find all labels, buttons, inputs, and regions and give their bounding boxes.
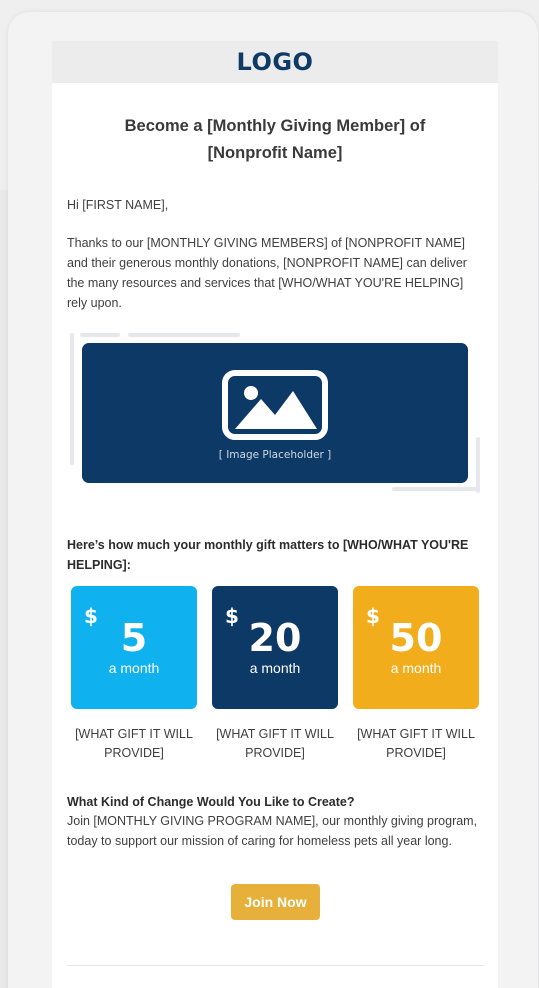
gift-description: [WHAT GIFT IT WILL PROVIDE] — [75, 727, 193, 760]
gift-tier-20: $ 20 a month [WHAT GIFT IT WILL PROVIDE] — [212, 586, 338, 763]
gift-frequency: a month — [249, 660, 301, 676]
gift-tier-5: $ 5 a month [WHAT GIFT IT WILL PROVIDE] — [71, 586, 197, 763]
image-placeholder: [ Image Placeholder ] — [82, 343, 468, 483]
change-paragraph: Join [MONTHLY GIVING PROGRAM NAME], our … — [67, 814, 478, 848]
email-body: Become a [Monthly Giving Member] of [Non… — [52, 83, 498, 988]
gift-frequency: a month — [108, 660, 160, 676]
gift-description: [WHAT GIFT IT WILL PROVIDE] — [216, 727, 334, 760]
greeting-text: Hi [FIRST NAME], — [67, 198, 169, 212]
change-heading: What Kind of Change Would You Like to Cr… — [67, 795, 355, 809]
join-now-button[interactable]: Join Now — [231, 884, 320, 920]
logo: LOGO — [236, 48, 314, 76]
intro-paragraph: Thanks to our [MONTHLY GIVING MEMBERS] o… — [67, 236, 467, 310]
gift-tier-box[interactable]: $ 20 a month — [212, 586, 338, 709]
frame-line-top-long — [128, 333, 240, 337]
gift-amount: 50 — [389, 616, 443, 660]
image-placeholder-block: [ Image Placeholder ] — [70, 333, 482, 493]
email-header: LOGO — [52, 41, 498, 83]
frame-line-left — [70, 333, 74, 465]
frame-line-bottom — [392, 487, 480, 491]
gift-amount: 5 — [120, 616, 148, 660]
gift-tier-50: $ 50 a month [WHAT GIFT IT WILL PROVIDE] — [353, 586, 479, 763]
frame-line-right — [476, 437, 480, 493]
gift-tier-box[interactable]: $ 5 a month — [71, 586, 197, 709]
image-icon — [222, 370, 328, 440]
gift-tier-box[interactable]: $ 50 a month — [353, 586, 479, 709]
gift-frequency: a month — [390, 660, 442, 676]
image-caption: [ Image Placeholder ] — [218, 449, 332, 461]
email-title: Become a [Monthly Giving Member] of [Non… — [124, 117, 426, 162]
gift-tiers: $ 5 a month [WHAT GIFT IT WILL PROVIDE] … — [67, 586, 485, 766]
gift-description: [WHAT GIFT IT WILL PROVIDE] — [357, 727, 475, 760]
gift-amount: 20 — [248, 616, 302, 660]
footer-divider — [67, 965, 483, 966]
frame-line-top-short — [80, 333, 120, 337]
gift-matters-heading: Here’s how much your monthly gift matter… — [67, 538, 469, 572]
